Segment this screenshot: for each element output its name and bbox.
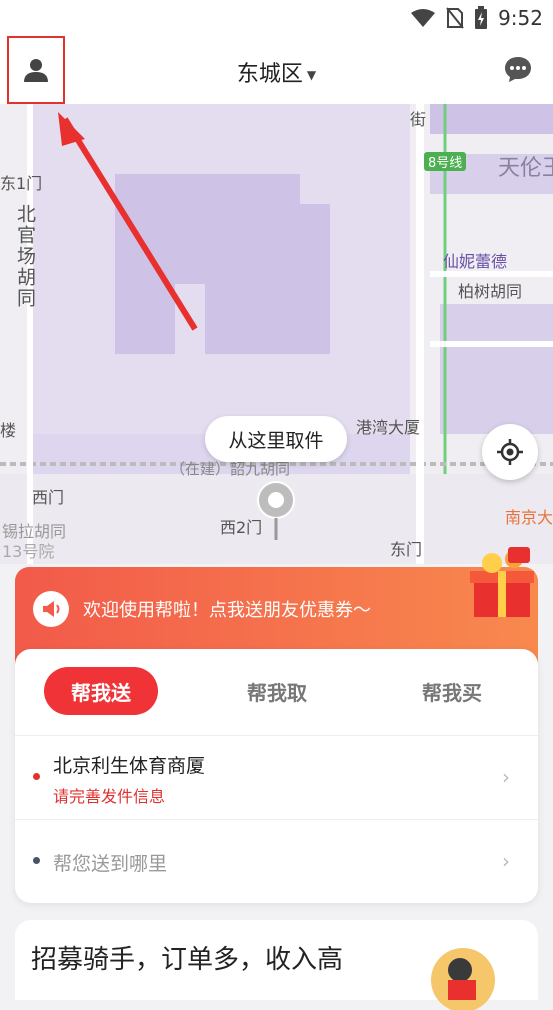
map-label: 柏树胡同	[458, 282, 523, 301]
locate-button[interactable]	[482, 424, 538, 480]
pickup-here-bubble[interactable]: 从这里取件	[205, 416, 347, 462]
order-card: 帮我送 帮我取 帮我买 北京利生体育商厦 请完善发件信息 › 帮您送到哪里 ›	[15, 649, 538, 903]
promo-text: 欢迎使用帮啦！点我送朋友优惠券～	[83, 600, 371, 621]
map-label: 东1门	[0, 174, 43, 193]
crosshair-icon	[497, 439, 523, 465]
tab-pickup[interactable]: 帮我取	[220, 667, 334, 715]
map-label: 街	[410, 110, 427, 129]
rider-illustration-icon	[431, 948, 495, 1010]
map-label: 仙妮蕾德	[443, 252, 508, 271]
dropoff-placeholder: 帮您送到哪里	[53, 853, 168, 875]
status-icons: 9:52	[410, 6, 543, 30]
recruit-card[interactable]: 招募骑手，订单多，收入高	[15, 920, 538, 1010]
gift-box-icon	[470, 547, 534, 617]
pickup-address-hint: 请完善发件信息	[53, 787, 166, 806]
dropoff-dot	[33, 857, 40, 864]
battery-charging-icon	[475, 6, 488, 29]
tab-send[interactable]: 帮我送	[44, 667, 158, 715]
recruit-text: 招募骑手，订单多，收入高	[31, 945, 344, 975]
wifi-icon	[411, 9, 436, 27]
chevron-right-icon: ›	[502, 765, 510, 789]
caret-down-icon: ▼	[306, 68, 317, 82]
map-label: 天伦王	[498, 156, 553, 181]
map-label: 西门	[32, 488, 65, 507]
pickup-address-row[interactable]: 北京利生体育商厦 请完善发件信息 ›	[15, 735, 538, 819]
map-label: 13号院	[2, 542, 55, 561]
dropoff-address-row[interactable]: 帮您送到哪里 ›	[15, 819, 538, 903]
no-sim-icon	[446, 7, 464, 29]
map-view[interactable]: 东1门 北官场胡同 街 8号线 天伦王 仙妮蕾德 柏树胡同 港湾大厦 （在建）韶…	[0, 104, 553, 564]
map-pin-icon	[257, 481, 295, 540]
status-time: 9:52	[498, 6, 543, 30]
status-bar: 9:52	[0, 0, 553, 36]
top-bar: 东城区 ▼	[0, 36, 553, 104]
tab-buy[interactable]: 帮我买	[395, 667, 509, 715]
city-selector[interactable]: 东城区 ▼	[0, 56, 553, 88]
map-label: 北官场胡同	[14, 204, 36, 309]
map-label: 南京大	[505, 508, 553, 527]
message-icon[interactable]	[503, 54, 533, 84]
pickup-dot	[33, 773, 40, 780]
map-label: 楼	[0, 421, 17, 440]
megaphone-icon	[33, 591, 69, 627]
city-label: 东城区	[236, 62, 303, 87]
map-label: 8号线	[424, 152, 467, 171]
map-label: 港湾大厦	[356, 418, 421, 437]
map-label: 东门	[390, 540, 423, 559]
pickup-address-title: 北京利生体育商厦	[53, 755, 206, 777]
chevron-right-icon: ›	[502, 849, 510, 873]
